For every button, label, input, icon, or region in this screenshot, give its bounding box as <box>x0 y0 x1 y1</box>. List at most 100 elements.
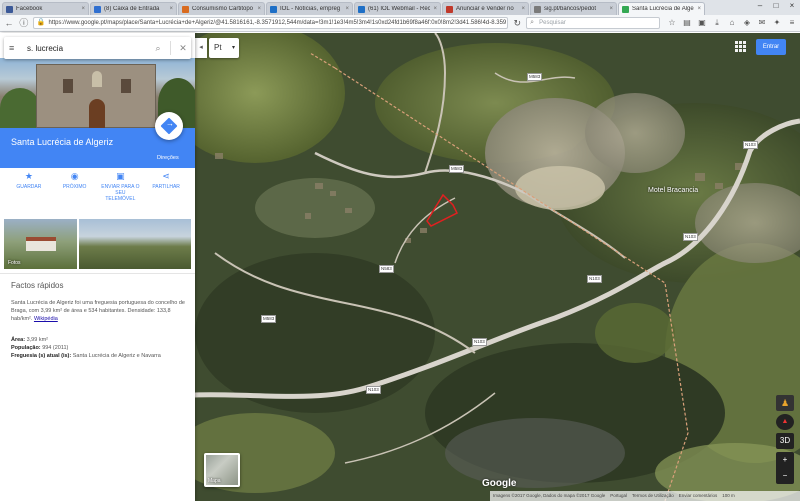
browser-tab-active[interactable]: Santa Lucrécia de Algeri × <box>618 2 705 15</box>
maps-favicon-icon <box>622 5 629 13</box>
close-tab-icon[interactable]: × <box>81 6 85 12</box>
map-attribution: Imagens ©2017 Google, Dados do mapa ©201… <box>490 491 800 501</box>
bookmark-star-icon[interactable]: ☆ <box>667 17 677 29</box>
browser-tab[interactable]: Anunciar e Vender no × <box>442 2 529 15</box>
download-icon[interactable]: ⤓ <box>712 17 722 29</box>
close-tab-icon[interactable]: × <box>433 6 437 12</box>
photo-thumbnail[interactable] <box>79 219 191 269</box>
close-tab-icon[interactable]: × <box>345 6 349 12</box>
browser-tab[interactable]: (8) Caixa de Entrada × <box>90 2 177 15</box>
close-window-icon[interactable]: × <box>784 0 800 12</box>
tab-title: Facebook <box>16 6 43 12</box>
compass-icon[interactable]: ▲ <box>776 414 794 430</box>
map-controls: ♟ ▲ 3D + − <box>776 395 794 487</box>
close-tab-icon[interactable]: × <box>609 6 613 12</box>
browser-tab[interactable]: (61) IOL Webmail - Rec × <box>354 2 441 15</box>
close-tab-icon[interactable]: × <box>257 6 261 12</box>
home-icon[interactable]: ⌂ <box>727 17 737 29</box>
star-icon: ★ <box>24 171 33 181</box>
close-tab-icon[interactable]: × <box>697 6 701 12</box>
road-label: M583 <box>527 73 543 81</box>
directions-label[interactable]: Direções <box>157 155 179 161</box>
attribution-country[interactable]: Portugal <box>610 491 627 501</box>
extension-icon[interactable]: ✦ <box>772 17 782 29</box>
minimize-icon[interactable]: – <box>752 0 768 12</box>
site-favicon-icon <box>182 5 189 13</box>
scale-bar[interactable]: 100 m <box>722 491 735 501</box>
hamburger-menu-icon[interactable]: ≡ <box>9 43 19 53</box>
road-label: M583 <box>261 315 277 323</box>
place-title: Santa Lucrécia de Algeriz <box>11 137 114 147</box>
place-title-bar: Santa Lucrécia de Algeriz Direções <box>0 112 195 168</box>
fact-value: 3,99 km² <box>26 337 48 343</box>
browser-tab-bar: Facebook × (8) Caixa de Entrada × Consumis… <box>0 0 800 15</box>
language-value: Pt <box>214 43 222 52</box>
tilt-3d-button[interactable]: 3D <box>776 433 794 449</box>
map-type-label: Mapa <box>208 478 221 484</box>
photo-thumbnail[interactable]: Fotos <box>4 219 77 269</box>
chat-icon[interactable]: ✉ <box>757 17 767 29</box>
send-to-phone-button[interactable]: ▣ ENVIAR PARA O SEU TELEMÓVEL <box>100 170 140 214</box>
maximize-icon[interactable]: □ <box>768 0 784 12</box>
quick-facts-heading: Factos rápidos <box>11 281 64 290</box>
nearby-button[interactable]: ◉ PRÓXIMO <box>55 170 95 214</box>
address-bar[interactable]: 🔒 https://www.google.pt/maps/place/Santa+… <box>32 17 509 29</box>
place-actions: ★ GUARDAR ◉ PRÓXIMO ▣ ENVIAR PARA O SEU TEL… <box>0 170 195 214</box>
search-placeholder: Pesquisar <box>539 20 566 26</box>
lock-icon: 🔒 <box>36 19 46 26</box>
save-button[interactable]: ★ GUARDAR <box>9 170 49 214</box>
satellite-map[interactable]: M583 M583 N103 N103 N103 N583 N103 M583 … <box>195 33 800 501</box>
road-label: N103 <box>743 141 758 149</box>
close-tab-icon[interactable]: × <box>169 6 173 12</box>
sign-in-button[interactable]: Entrar <box>756 39 786 55</box>
collapse-panel-button[interactable]: ◂ <box>195 38 207 58</box>
place-label[interactable]: Motel Bracancia <box>648 187 698 194</box>
map-type-toggle[interactable]: Mapa <box>204 453 240 487</box>
action-label: ENVIAR PARA O SEU TELEMÓVEL <box>101 184 140 202</box>
tab-title: (61) IOL Webmail - Rec <box>368 6 431 12</box>
map-imagery <box>195 33 800 501</box>
facebook-favicon-icon <box>6 5 13 13</box>
share-button[interactable]: ⋖ PARTILHAR <box>146 170 186 214</box>
phone-icon: ▣ <box>116 171 125 181</box>
google-logo: Google <box>482 478 517 489</box>
zoom-in-button[interactable]: + <box>776 452 794 468</box>
back-arrow-icon[interactable]: ← <box>3 17 15 29</box>
reload-icon[interactable]: ↻ <box>511 17 523 29</box>
tab-title: (8) Caixa de Entrada <box>104 6 160 12</box>
browser-tab[interactable]: Facebook × <box>2 2 89 15</box>
menu-icon[interactable]: ≡ <box>787 17 797 29</box>
directions-button[interactable] <box>155 112 183 140</box>
search-input[interactable]: s. lucrecia <box>27 44 150 53</box>
browser-search-field[interactable]: Pesquisar <box>526 17 660 29</box>
road-label: M583 <box>449 165 465 173</box>
terms-link[interactable]: Termos de Utilização <box>632 491 674 501</box>
reading-list-icon[interactable]: ▤ <box>682 17 692 29</box>
tab-title: Santa Lucrécia de Algeri <box>632 6 695 12</box>
street-view-pegman-icon[interactable]: ♟ <box>776 395 794 411</box>
browser-tab[interactable]: sig.pt/bancos/pedot × <box>530 2 617 15</box>
browser-tab[interactable]: IOL - Notícias, empreg × <box>266 2 353 15</box>
tab-title: sig.pt/bancos/pedot <box>544 6 597 12</box>
quick-facts-text: Santa Lucrécia de Algeriz foi uma fregue… <box>11 299 187 323</box>
browser-tab[interactable]: Consumismo Cartitopo × <box>178 2 265 15</box>
attribution-text: Imagens ©2017 Google, Dados do mapa ©201… <box>493 493 606 498</box>
tab-title: Anunciar e Vender no <box>456 6 514 12</box>
language-select[interactable]: Pt ▾ <box>209 38 239 58</box>
apps-grid-icon[interactable] <box>735 41 746 52</box>
info-icon[interactable]: ⓘ <box>18 17 30 29</box>
wikipedia-link[interactable]: Wikipédia <box>34 316 58 322</box>
tree-shape <box>0 88 40 128</box>
maps-search-box[interactable]: ≡ s. lucrecia ⌕ ✕ <box>4 37 191 59</box>
close-tab-icon[interactable]: × <box>521 6 525 12</box>
fact-label: Área: <box>11 337 26 343</box>
lock-toolbar-icon[interactable]: ▣ <box>697 17 707 29</box>
search-icon[interactable]: ⌕ <box>150 43 166 54</box>
fact-value[interactable]: Santa Lucrécia de Algeriz e Navarra <box>73 353 161 359</box>
clear-search-icon[interactable]: ✕ <box>175 43 191 54</box>
zoom-out-button[interactable]: − <box>776 468 794 484</box>
mail-favicon-icon <box>94 5 101 13</box>
divider <box>170 41 171 55</box>
feedback-link[interactable]: Enviar comentários <box>679 491 718 501</box>
pocket-icon[interactable]: ◈ <box>742 17 752 29</box>
